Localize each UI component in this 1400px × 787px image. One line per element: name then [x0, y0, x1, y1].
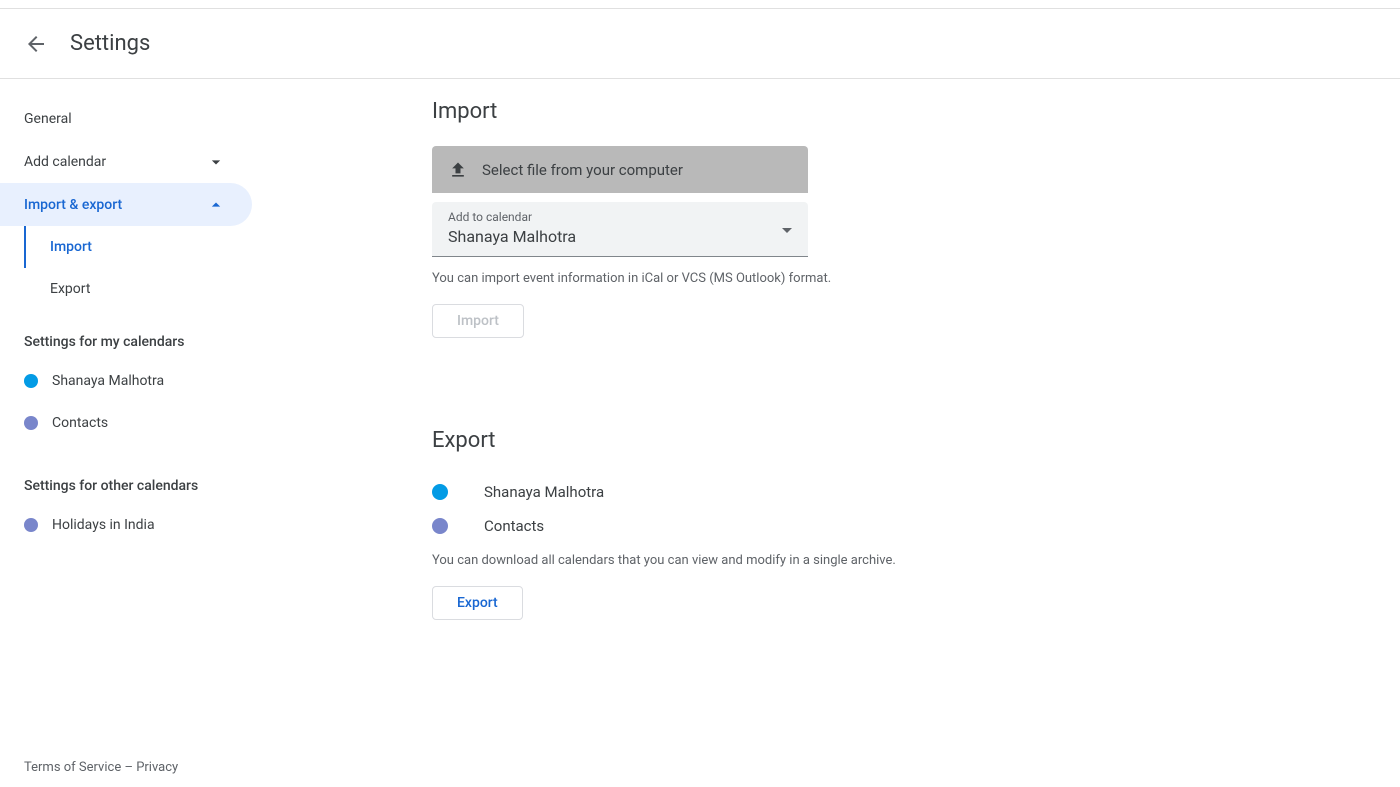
- select-file-button[interactable]: Select file from your computer: [432, 146, 808, 193]
- sub-nav-export[interactable]: Export: [24, 268, 252, 310]
- back-button[interactable]: [24, 32, 48, 56]
- sub-nav-import[interactable]: Import: [24, 226, 252, 268]
- add-to-calendar-label: Add to calendar: [448, 210, 792, 224]
- top-border: [0, 0, 1400, 9]
- my-calendars-heading: Settings for my calendars: [0, 310, 252, 360]
- nav-import-export-label: Import & export: [24, 197, 122, 213]
- import-title: Import: [432, 97, 1376, 124]
- my-calendar-label: Shanaya Malhotra: [52, 373, 164, 389]
- import-hint: You can import event information in iCal…: [432, 271, 842, 286]
- export-calendar-item: Shanaya Malhotra: [432, 475, 1376, 509]
- import-export-subitems: Import Export: [0, 226, 252, 310]
- export-calendar-item: Contacts: [432, 509, 1376, 543]
- nav-import-export[interactable]: Import & export: [0, 183, 252, 226]
- dropdown-arrow-icon: [782, 221, 792, 237]
- nav-general-label: General: [24, 111, 72, 127]
- header: Settings: [0, 9, 1400, 79]
- sidebar: General Add calendar Import & export Imp…: [0, 97, 252, 620]
- calendar-color-dot: [432, 518, 448, 534]
- sub-nav-import-label: Import: [50, 239, 92, 255]
- nav-general[interactable]: General: [0, 97, 252, 140]
- other-calendars-heading: Settings for other calendars: [0, 444, 252, 504]
- my-calendar-label: Contacts: [52, 415, 108, 431]
- content: General Add calendar Import & export Imp…: [0, 79, 1400, 620]
- my-calendar-item[interactable]: Contacts: [0, 402, 252, 444]
- privacy-link[interactable]: Privacy: [136, 760, 178, 775]
- nav-add-calendar[interactable]: Add calendar: [0, 140, 252, 183]
- other-calendar-item[interactable]: Holidays in India: [0, 504, 252, 546]
- calendar-color-dot: [432, 484, 448, 500]
- calendar-color-dot: [24, 518, 38, 532]
- arrow-left-icon: [24, 32, 48, 56]
- other-calendar-label: Holidays in India: [52, 517, 155, 533]
- export-hint: You can download all calendars that you …: [432, 553, 1376, 568]
- nav-add-calendar-label: Add calendar: [24, 154, 106, 170]
- footer-dash: –: [121, 760, 136, 775]
- select-file-label: Select file from your computer: [482, 161, 683, 179]
- import-button[interactable]: Import: [432, 304, 524, 338]
- main-content: Import Select file from your computer Ad…: [252, 97, 1400, 620]
- terms-link[interactable]: Terms of Service: [24, 760, 121, 775]
- export-title: Export: [432, 426, 1376, 453]
- export-calendar-label: Contacts: [484, 517, 544, 535]
- upload-icon: [448, 160, 468, 180]
- calendar-color-dot: [24, 374, 38, 388]
- add-to-calendar-select[interactable]: Add to calendar Shanaya Malhotra: [432, 202, 808, 257]
- chevron-up-icon: [204, 193, 228, 217]
- export-section: Export Shanaya Malhotra Contacts You can…: [432, 426, 1376, 620]
- import-section: Import Select file from your computer Ad…: [432, 97, 1376, 338]
- my-calendar-item[interactable]: Shanaya Malhotra: [0, 360, 252, 402]
- page-title: Settings: [70, 31, 150, 56]
- calendar-color-dot: [24, 416, 38, 430]
- footer-links: Terms of Service – Privacy: [0, 750, 252, 787]
- export-button[interactable]: Export: [432, 586, 523, 620]
- chevron-down-icon: [204, 150, 228, 174]
- sub-nav-export-label: Export: [50, 281, 90, 297]
- export-calendar-label: Shanaya Malhotra: [484, 483, 604, 501]
- add-to-calendar-value: Shanaya Malhotra: [448, 227, 792, 246]
